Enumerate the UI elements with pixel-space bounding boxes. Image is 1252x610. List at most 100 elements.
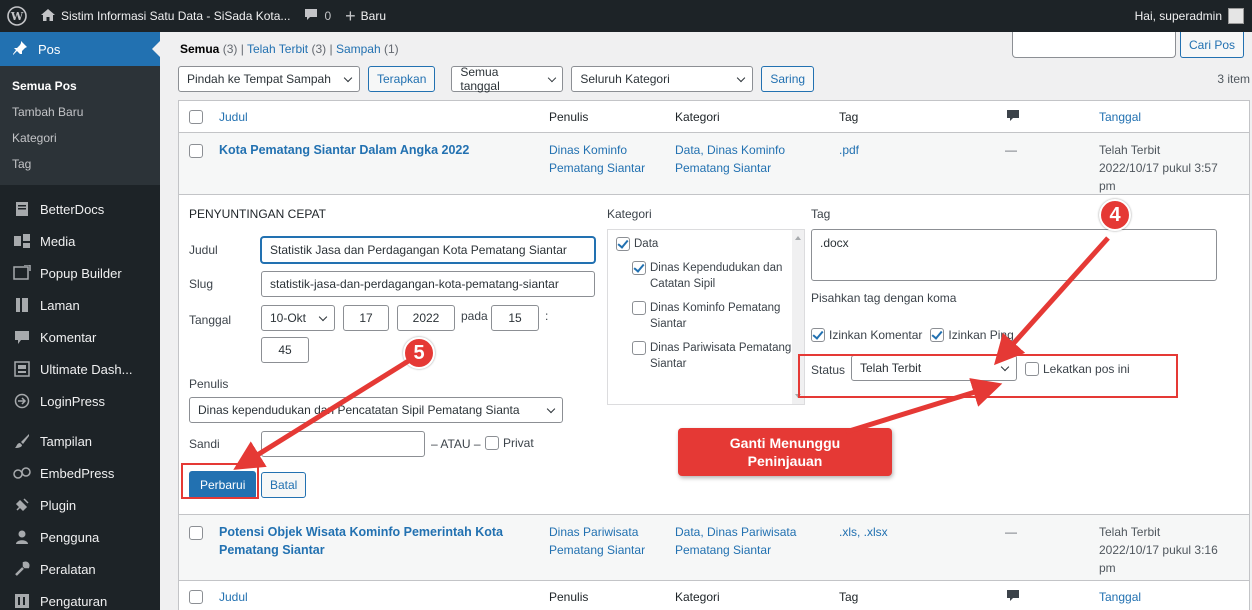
menu-appearance[interactable]: Tampilan: [0, 425, 160, 457]
author-select[interactable]: Dinas kependudukan dan Pencatatan Sipil …: [189, 397, 563, 423]
bulk-action-select[interactable]: Pindah ke Tempat Sampah: [178, 66, 360, 92]
checkbox[interactable]: [632, 301, 646, 315]
column-title[interactable]: Judul: [219, 108, 248, 126]
menu-media[interactable]: Media: [0, 225, 160, 257]
wordpress-logo-icon[interactable]: W: [0, 0, 34, 32]
day-input[interactable]: 17: [343, 305, 389, 331]
my-account[interactable]: Hai, superadmin: [1135, 8, 1252, 24]
menu-plugins[interactable]: Plugin: [0, 489, 160, 521]
checkbox[interactable]: [485, 436, 499, 450]
title-input[interactable]: Statistik Jasa dan Perdagangan Kota Pema…: [261, 237, 595, 263]
table-row: Potensi Objek Wisata Kominfo Pemerintah …: [179, 515, 1249, 581]
menu-betterdocs[interactable]: BetterDocs: [0, 193, 160, 225]
filter-all[interactable]: Semua: [180, 42, 219, 56]
submenu-all-posts[interactable]: Semua Pos: [0, 73, 160, 99]
checklist-scrollbar[interactable]: [792, 230, 804, 404]
post-title-link[interactable]: Potensi Objek Wisata Kominfo Pemerintah …: [219, 523, 519, 559]
post-author-link[interactable]: Dinas Kominfo Pematang Siantar: [549, 141, 664, 177]
sticky-label: Lekatkan pos ini: [1043, 361, 1130, 376]
comment-column-icon[interactable]: [1007, 109, 1019, 127]
year-input[interactable]: 2022: [397, 305, 455, 331]
post-categories-link[interactable]: Data, Dinas Kominfo Pematang Siantar: [675, 141, 805, 177]
menu-popup-builder[interactable]: Popup Builder: [0, 257, 160, 289]
checkbox[interactable]: [632, 341, 646, 355]
category-filter-select[interactable]: Seluruh Kategori: [571, 66, 754, 92]
date-filter-select[interactable]: Semua tanggal: [451, 65, 564, 93]
column-categories: Kategori: [675, 590, 720, 604]
menu-label: Popup Builder: [40, 265, 122, 281]
column-date[interactable]: Tanggal: [1099, 108, 1141, 126]
minute-input[interactable]: 45: [261, 337, 309, 363]
menu-comments[interactable]: Komentar: [0, 321, 160, 353]
comment-column-icon[interactable]: [1007, 589, 1019, 607]
allow-comments-checkbox[interactable]: Izinkan Komentar Izinkan Ping: [811, 327, 1014, 342]
hour-input[interactable]: 15: [491, 305, 539, 331]
menu-embedpress[interactable]: EmbedPress: [0, 457, 160, 489]
search-input[interactable]: [1011, 32, 1176, 58]
menu-ultimate-dashboard[interactable]: Ultimate Dash...: [0, 353, 160, 385]
column-title[interactable]: Judul: [219, 588, 248, 606]
menu-posts[interactable]: Pos: [0, 32, 160, 66]
update-button[interactable]: Perbarui: [189, 471, 257, 499]
dashboard-icon: [12, 359, 32, 379]
menu-label: LoginPress: [40, 393, 106, 409]
password-input[interactable]: [261, 431, 425, 457]
private-label: Privat: [503, 435, 534, 450]
home-icon: [41, 8, 55, 24]
category-item[interactable]: Dinas Pariwisata Pematang Siantar: [616, 340, 796, 372]
category-item[interactable]: Data: [616, 236, 796, 252]
menu-settings[interactable]: Pengaturan: [0, 585, 160, 610]
table-footer: Judul Penulis Kategori Tag Tanggal: [179, 581, 1249, 610]
document-icon: [12, 199, 32, 219]
new-content-link[interactable]: + Baru: [338, 0, 393, 32]
post-tags-link[interactable]: .xls, .xlsx: [839, 523, 888, 541]
cancel-button[interactable]: Batal: [261, 472, 307, 498]
post-author-link[interactable]: Dinas Pariwisata Pematang Siantar: [549, 523, 664, 559]
select-all-checkbox[interactable]: [189, 590, 203, 604]
column-categories: Kategori: [675, 110, 720, 124]
tags-textarea[interactable]: .docx: [811, 229, 1217, 281]
slug-label: Slug: [189, 277, 214, 291]
brush-icon: [12, 431, 32, 451]
private-checkbox[interactable]: Privat: [485, 435, 534, 450]
row-checkbox[interactable]: [189, 144, 203, 158]
select-all-checkbox[interactable]: [189, 110, 203, 124]
search-posts-button[interactable]: Cari Pos: [1179, 32, 1244, 58]
checkbox-checked[interactable]: [811, 328, 825, 342]
site-name-link[interactable]: Sistim Informasi Satu Data - SiSada Kota…: [34, 0, 297, 32]
filter-trash[interactable]: Sampah: [336, 42, 381, 56]
month-select[interactable]: 10-Okt: [261, 305, 335, 331]
filter-published[interactable]: Telah Terbit: [247, 42, 308, 56]
post-categories-link[interactable]: Data, Dinas Pariwisata Pematang Siantar: [675, 523, 805, 559]
checkbox-checked[interactable]: [616, 237, 630, 251]
chevron-down-icon: [343, 73, 353, 82]
slug-input[interactable]: statistik-jasa-dan-perdagangan-kota-pema…: [261, 271, 595, 297]
submenu-categories[interactable]: Kategori: [0, 125, 160, 151]
tags-label: Tag: [811, 207, 831, 221]
category-label: Data: [634, 238, 659, 250]
filter-button[interactable]: Saring: [761, 66, 815, 92]
time-colon: :: [545, 309, 549, 323]
checkbox-checked[interactable]: [632, 261, 646, 275]
menu-loginpress[interactable]: LoginPress: [0, 385, 160, 417]
menu-label: BetterDocs: [40, 201, 105, 217]
column-date[interactable]: Tanggal: [1099, 588, 1141, 606]
submenu-tags[interactable]: Tag: [0, 151, 160, 177]
apply-button[interactable]: Terapkan: [368, 66, 436, 92]
submenu-add-new[interactable]: Tambah Baru: [0, 99, 160, 125]
category-item[interactable]: Dinas Kominfo Pematang Siantar: [616, 300, 796, 332]
menu-pages[interactable]: Laman: [0, 289, 160, 321]
post-tags-link[interactable]: .pdf: [839, 141, 859, 159]
menu-users[interactable]: Pengguna: [0, 521, 160, 553]
checkbox-checked[interactable]: [930, 328, 945, 342]
post-title-link[interactable]: Kota Pematang Siantar Dalam Angka 2022: [219, 141, 529, 159]
category-item[interactable]: Dinas Kependudukan dan Catatan Sipil: [616, 260, 796, 292]
sticky-checkbox[interactable]: Lekatkan pos ini: [1025, 361, 1130, 376]
row-checkbox[interactable]: [189, 526, 203, 540]
table-row: Kota Pematang Siantar Dalam Angka 2022 D…: [179, 133, 1249, 195]
menu-label: Peralatan: [40, 561, 96, 577]
menu-tools[interactable]: Peralatan: [0, 553, 160, 585]
checkbox[interactable]: [1025, 362, 1039, 376]
status-select[interactable]: Telah Terbit: [851, 355, 1017, 381]
comments-link[interactable]: 0: [297, 0, 338, 32]
